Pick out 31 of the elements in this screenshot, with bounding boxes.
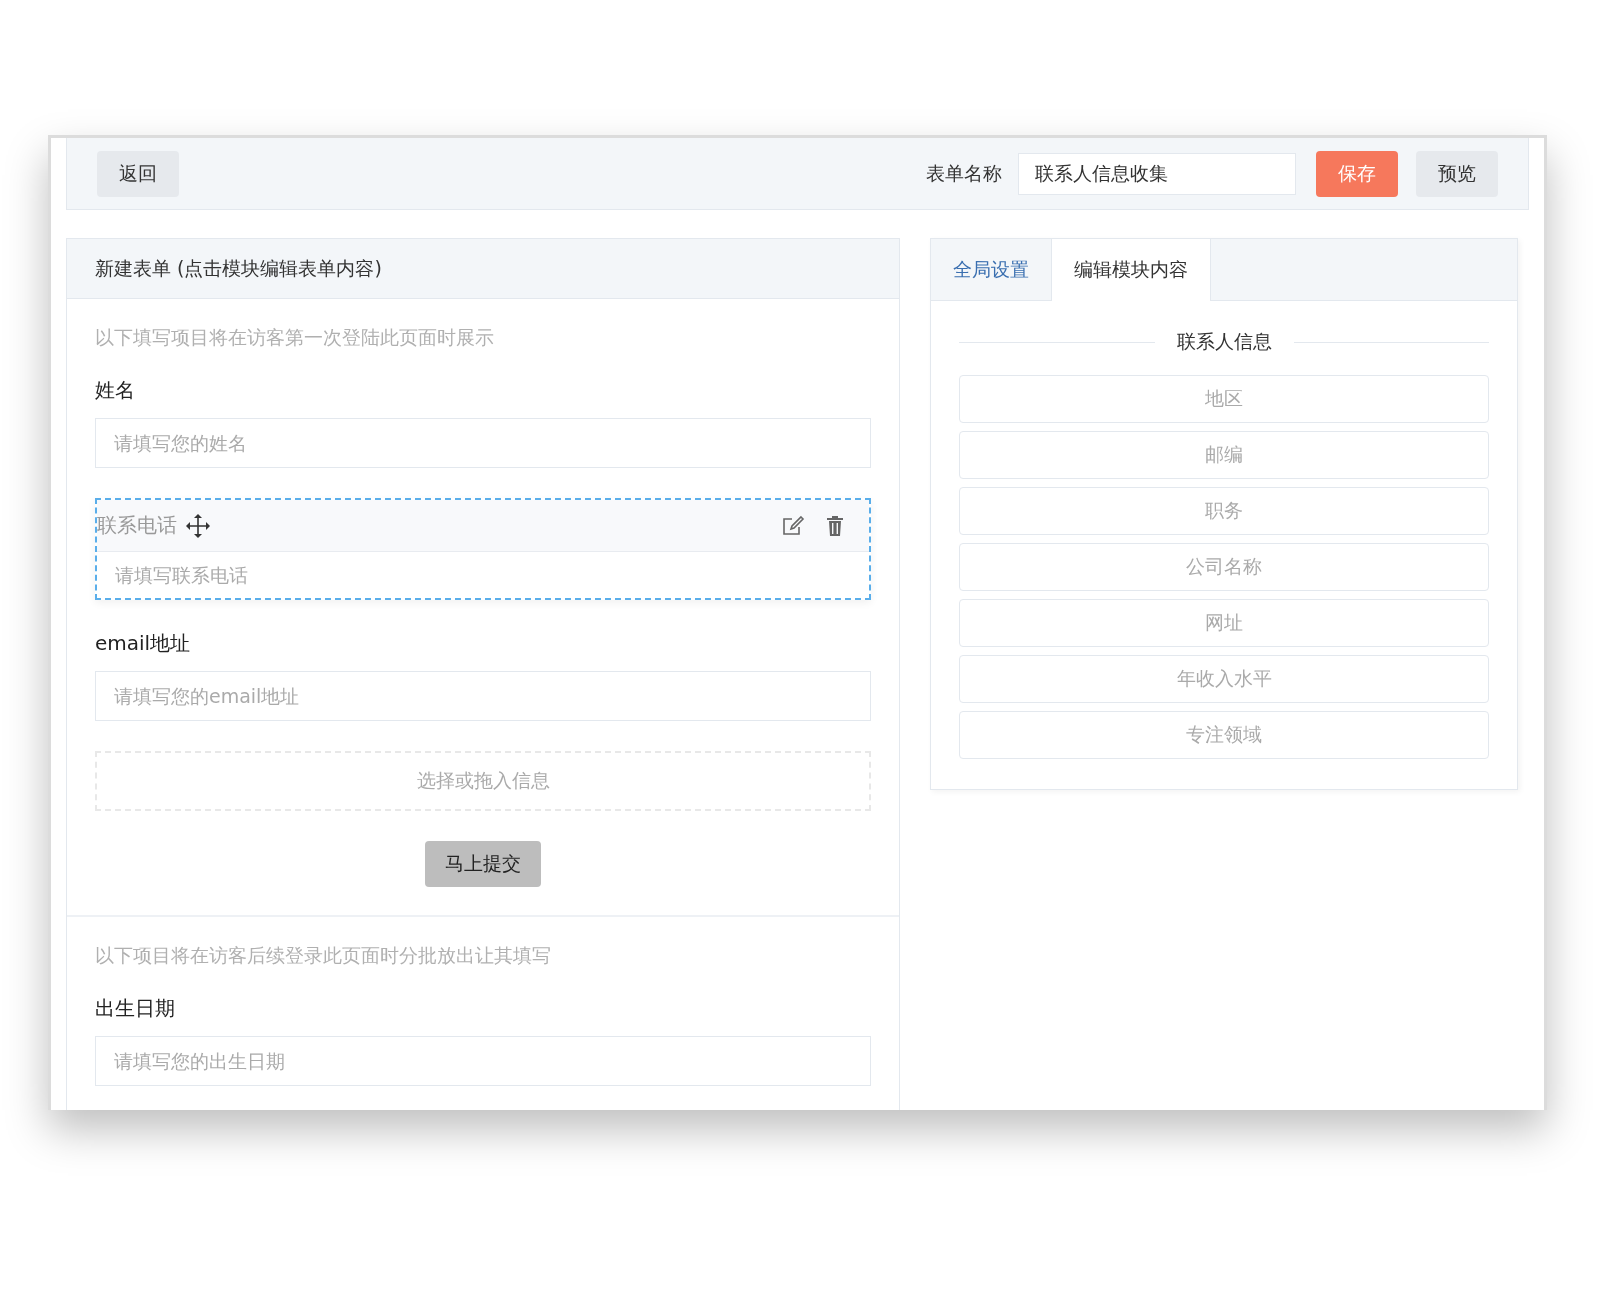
drop-zone[interactable]: 选择或拖入信息 [95,751,871,811]
tab[interactable]: 全局设置 [931,239,1051,301]
field-label: 联系电话 [97,512,177,539]
edit-icon[interactable] [781,513,805,538]
selected-field-block[interactable]: 联系电话 请填写联系电话 [95,498,871,600]
panel-header: 新建表单 (点击模块编辑表单内容) [67,239,899,299]
field-label: 姓名 [95,377,136,404]
text-field[interactable]: 请填写您的姓名 [95,418,871,468]
submit-button[interactable]: 马上提交 [425,841,541,887]
back-button[interactable]: 返回 [97,150,179,197]
section-note: 以下项目将在访客后续登录此页面时分批放出让其填写 [95,943,552,968]
preview-button[interactable]: 预览 [1416,150,1498,197]
field-option[interactable]: 邮编 [959,431,1489,479]
save-button[interactable]: 保存 [1316,150,1398,197]
text-field[interactable]: 请填写您的出生日期 [95,1036,871,1086]
form-name-field[interactable]: 联系人信息收集 [1018,152,1296,195]
form-name-label: 表单名称 [926,160,1002,186]
field-option[interactable]: 公司名称 [959,543,1489,591]
group-title: 联系人信息 [1176,329,1272,354]
field-option[interactable]: 年收入水平 [959,655,1489,703]
text-field[interactable]: 请填写您的email地址 [95,671,871,721]
tab[interactable]: 编辑模块内容 [1051,239,1211,301]
section-note: 以下填写项目将在访客第一次登陆此页面时展示 [95,325,495,350]
field-label: 出生日期 [95,995,176,1022]
field-option[interactable]: 地区 [959,375,1489,423]
text-field[interactable]: 请填写联系电话 [97,552,869,598]
move-icon[interactable] [185,512,211,539]
field-option[interactable]: 网址 [959,599,1489,647]
field-option[interactable]: 职务 [959,487,1489,535]
field-label: email地址 [95,630,192,657]
field-option[interactable]: 专注领域 [959,711,1489,759]
